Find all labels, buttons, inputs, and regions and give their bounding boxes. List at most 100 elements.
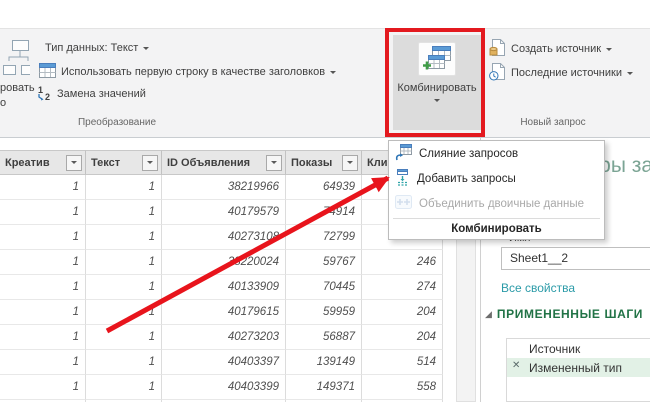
table-cell[interactable]: 1	[86, 375, 162, 400]
applied-step-1[interactable]: Источник	[507, 339, 650, 358]
use-first-row-button[interactable]: Использовать первую строку в качестве за…	[39, 64, 336, 80]
applied-steps-header[interactable]: ◢ ПРИМЕНЕННЫЕ ШАГИ	[485, 307, 643, 321]
table-cell[interactable]: 246	[362, 250, 443, 275]
filter-arrow-icon	[147, 161, 153, 167]
table-cell[interactable]: 1	[86, 200, 162, 225]
table-cell[interactable]: 40403399	[162, 375, 286, 400]
ribbon: ровать о Тип данных: Текст Использовать …	[0, 28, 650, 138]
table-cell[interactable]: 558	[362, 375, 443, 400]
table-cell[interactable]: 1	[86, 325, 162, 350]
column-header-3[interactable]: ID Объявления	[162, 150, 286, 175]
recent-sources-icon	[489, 62, 506, 84]
table-cell[interactable]: 40273203	[162, 325, 286, 350]
query-name-input[interactable]: Sheet1__2	[501, 247, 650, 270]
filter-arrow-icon	[271, 161, 277, 167]
recent-sources-button[interactable]: Последние источники	[489, 65, 633, 81]
table-cell[interactable]: 1	[0, 175, 86, 200]
column-header-label: Текст	[91, 157, 139, 169]
table-cell[interactable]: 204	[362, 300, 443, 325]
table-row: 114027320356887204	[0, 325, 443, 350]
table-cell[interactable]: 1	[0, 375, 86, 400]
table-cell[interactable]: 1	[86, 175, 162, 200]
applied-step-2[interactable]: ✕ Измененный тип	[507, 358, 650, 377]
combine-button-label: Комбинировать	[397, 82, 476, 94]
table-cell[interactable]: 204	[362, 325, 443, 350]
filter-button[interactable]	[266, 155, 282, 171]
filter-arrow-icon	[347, 161, 353, 167]
applied-steps-label: ПРИМЕНЕННЫЕ ШАГИ	[497, 307, 643, 321]
group-by-button[interactable]: ровать о	[0, 35, 34, 133]
table-cell[interactable]: 38219966	[162, 175, 286, 200]
applied-step-label: Измененный тип	[529, 361, 622, 375]
use-first-row-label: Использовать первую строку в качестве за…	[61, 66, 325, 78]
table-cell[interactable]: 1	[0, 325, 86, 350]
table-cell[interactable]: 1	[0, 350, 86, 375]
table-cell[interactable]: 514	[362, 350, 443, 375]
table-cell[interactable]: 74914	[286, 200, 362, 225]
delete-step-icon[interactable]: ✕	[512, 360, 520, 371]
table-cell[interactable]: 139149	[286, 350, 362, 375]
table-cell[interactable]: 1	[0, 225, 86, 250]
table-header-row-icon	[39, 63, 56, 81]
table-cell[interactable]: 56887	[286, 325, 362, 350]
recent-sources-label: Последние источники	[511, 67, 622, 79]
table-cell[interactable]: 1	[0, 250, 86, 275]
combine-highlight-box: Комбинировать	[385, 28, 485, 137]
table-cell[interactable]: 40133909	[162, 275, 286, 300]
table-row: 114017961559959204	[0, 300, 443, 325]
table-cell[interactable]: 59959	[286, 300, 362, 325]
new-source-label: Создать источник	[511, 43, 601, 55]
table-cell[interactable]: 1	[0, 200, 86, 225]
table-cell[interactable]: 149371	[286, 375, 362, 400]
column-header-4[interactable]: Показы	[286, 150, 362, 175]
table-cell[interactable]: 59767	[286, 250, 362, 275]
grid-header-row: КреативТекстID ОбъявленияПоказыКлики	[0, 150, 443, 175]
column-header-1[interactable]: Креатив	[0, 150, 86, 175]
group-by-label-line1: ровать	[0, 81, 35, 96]
table-cell[interactable]: 64939	[286, 175, 362, 200]
svg-text:1: 1	[38, 85, 43, 95]
data-type-button[interactable]: Тип данных: Текст	[45, 40, 149, 56]
table-cell[interactable]: 40179579	[162, 200, 286, 225]
column-header-label: ID Объявления	[167, 157, 263, 169]
combine-dropdown-menu: Слияние запросов Добавить запросы Объедини…	[388, 140, 605, 240]
chevron-down-icon	[627, 72, 633, 78]
table-cell[interactable]: 40273108	[162, 225, 286, 250]
table-cell[interactable]: 70445	[286, 275, 362, 300]
table-cell[interactable]: 1	[86, 350, 162, 375]
menu-item-3: Объединить двоичные данные	[389, 191, 604, 216]
menu-item-1[interactable]: Слияние запросов	[389, 141, 604, 166]
power-query-editor: ровать о Тип данных: Текст Использовать …	[0, 0, 650, 402]
all-properties-link[interactable]: Все свойства	[501, 281, 575, 295]
table-cell[interactable]: 40403397	[162, 350, 286, 375]
data-type-label: Тип данных: Текст	[45, 42, 138, 54]
svg-text:2: 2	[45, 92, 50, 101]
filter-button[interactable]	[342, 155, 358, 171]
column-header-label: Показы	[291, 157, 339, 169]
applied-steps-list: Источник ✕ Измененный тип	[506, 338, 650, 402]
table-cell[interactable]: 38220024	[162, 250, 286, 275]
expand-triangle-icon: ◢	[485, 309, 492, 320]
table-cell[interactable]: 1	[86, 225, 162, 250]
menu-item-label: Добавить запросы	[417, 173, 516, 185]
table-cell[interactable]: 1	[0, 275, 86, 300]
table-cell[interactable]: 40179615	[162, 300, 286, 325]
chevron-down-icon	[606, 48, 612, 54]
table-cell[interactable]: 1	[0, 300, 86, 325]
table-cell[interactable]: 1	[86, 250, 162, 275]
table-cell[interactable]: 72799	[286, 225, 362, 250]
table-cell[interactable]: 274	[362, 275, 443, 300]
replace-values-button[interactable]: 1 2 Замена значений	[36, 86, 146, 102]
column-header-2[interactable]: Текст	[86, 150, 162, 175]
table-cell[interactable]: 1	[86, 300, 162, 325]
table-cell[interactable]: 1	[86, 275, 162, 300]
combine-binaries-icon	[395, 195, 412, 212]
menu-items: Слияние запросов Добавить запросы Объедини…	[389, 141, 604, 216]
table-row: 114013390970445274	[0, 275, 443, 300]
combine-button[interactable]: Комбинировать	[393, 35, 481, 130]
filter-button[interactable]	[66, 155, 82, 171]
chevron-down-icon	[434, 99, 440, 105]
menu-item-2[interactable]: Добавить запросы	[389, 166, 604, 191]
filter-button[interactable]	[142, 155, 158, 171]
new-source-button[interactable]: Создать источник	[489, 41, 612, 57]
